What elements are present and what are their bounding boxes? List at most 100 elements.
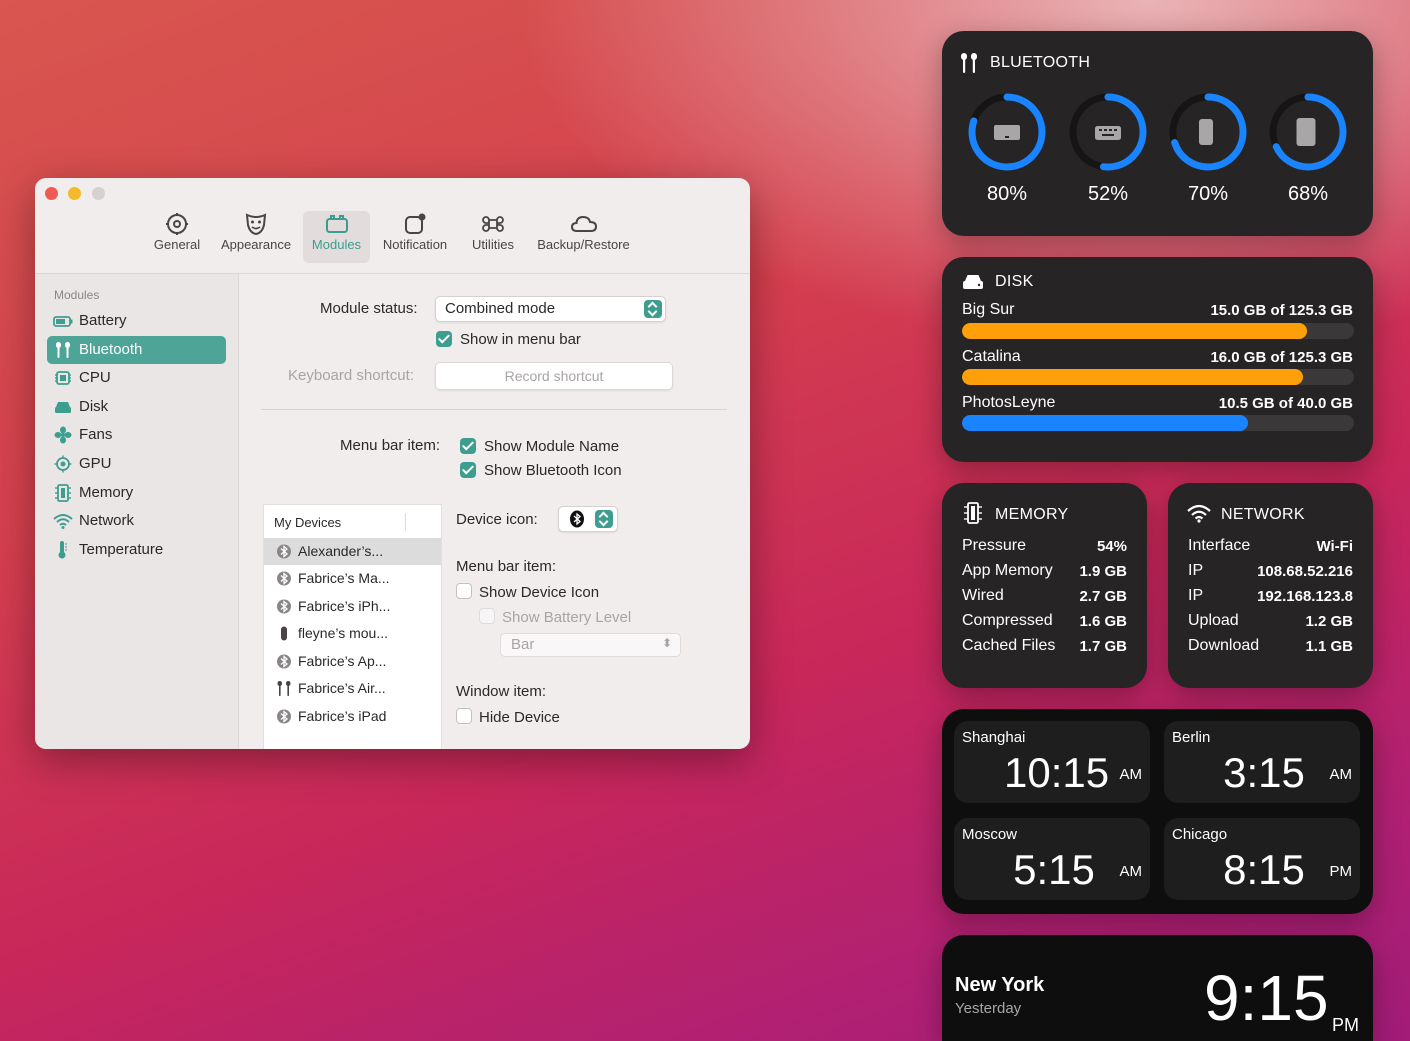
tab-backup-restore[interactable]: Backup/Restore [531,211,636,263]
module-status-select[interactable]: Combined mode [435,296,666,322]
clock-time: 10:15 [1004,749,1110,796]
battery-style-value: Bar [511,636,535,653]
sidebar-item-disk[interactable]: Disk [47,393,226,421]
show-module-name-label: Show Module Name [484,438,620,455]
sidebar-item-label: Temperature [79,541,164,558]
column-divider [405,513,406,531]
volume-usage-bar [962,323,1354,339]
bluetooth-icon [569,510,585,533]
sidebar-item-battery[interactable]: Battery [47,307,226,335]
volume-usage: 16.0 GB of 125.3 GB [1210,349,1353,366]
keyboard-icon [1094,124,1122,147]
clock-day: Yesterday [955,1000,1022,1017]
stat-value: 1.9 GB [1079,563,1127,580]
clock-city: Chicago [1172,826,1228,843]
tab-utilities[interactable]: Utilities [463,211,523,263]
cpu-icon [53,369,73,387]
sidebar-item-gpu[interactable]: GPU [47,450,226,478]
memory-icon [53,484,73,502]
record-shortcut-button[interactable]: Record shortcut [435,362,673,390]
show-battery-level-checkbox[interactable] [479,608,495,624]
list-item[interactable]: fleyne’s mou... [264,620,441,647]
list-item[interactable]: Fabrice’s iPad [264,703,441,730]
list-item[interactable]: Fabrice’s iPh... [264,593,441,620]
clock-ampm: PM [1329,863,1353,880]
stat-label: App Memory [962,562,1053,579]
mouse-icon [276,625,292,642]
battery-style-select[interactable]: Bar ⬍ [500,633,681,657]
stat-value: 1.2 GB [1305,613,1353,630]
stat-label: Wired [962,587,1004,604]
airpods-icon [276,680,292,697]
clock-tile: Berlin 3:15 AM [1164,721,1360,803]
stat-value: 54% [1096,538,1127,555]
sidebar-item-label: Network [79,512,135,529]
stat-label: Pressure [962,537,1027,554]
modules-sidebar: Modules Battery Bluetooth CPU Disk Fans … [35,274,239,749]
volume-usage-fill [962,415,1249,431]
battery-percent: 80% [986,183,1028,205]
volume-usage: 15.0 GB of 125.3 GB [1210,302,1353,319]
sidebar-item-memory[interactable]: Memory [47,479,226,507]
volume-name: Big Sur [962,301,1015,318]
sidebar-item-label: CPU [79,369,111,386]
device-icon-select[interactable] [558,506,618,532]
widget-title: DISK [995,273,1034,290]
stat-value: 192.168.123.8 [1257,588,1353,605]
clock-city: Berlin [1172,729,1211,746]
sidebar-item-bluetooth[interactable]: Bluetooth [47,336,226,364]
bluetooth-icon [276,653,292,670]
clock-time: 8:15 [1223,846,1305,893]
battery-percent: 70% [1187,183,1229,205]
stat-value: 108.68.52.216 [1257,563,1353,580]
tab-modules[interactable]: Modules [303,211,370,263]
network-widget: NETWORK Interface Wi-Fi IP 108.68.52.216… [1168,483,1373,688]
stat-label: Download [1188,637,1260,654]
hide-device-checkbox[interactable] [456,708,472,724]
tab-general[interactable]: General [145,211,209,263]
stat-label: IP [1188,562,1204,579]
widget-title: NETWORK [1221,506,1305,523]
list-item[interactable]: Fabrice’s Ma... [264,565,441,592]
world-clock-widget: Shanghai 10:15 AM Berlin 3:15 AM Moscow … [942,709,1373,914]
tab-notification[interactable]: Notification [375,211,455,263]
show-device-icon-checkbox[interactable] [456,583,472,599]
hide-device-label: Hide Device [479,709,560,726]
list-item[interactable]: Fabrice’s Ap... [264,648,441,675]
disk-widget: DISK Big Sur 15.0 GB of 125.3 GB Catalin… [942,257,1373,462]
gear-icon [145,211,209,237]
tab-notification-label: Notification [382,237,448,252]
list-item[interactable]: Fabrice’s Air... [264,675,441,702]
show-bluetooth-icon-checkbox[interactable] [460,462,476,478]
chevron-updown-icon: ⬍ [661,636,672,650]
battery-icon [53,312,73,330]
cloud-icon [531,211,636,237]
clock-tile: Chicago 8:15 PM [1164,818,1360,900]
stat-value: 1.1 GB [1305,638,1353,655]
list-item[interactable]: Alexander’s... [264,538,441,565]
bluetooth-icon [276,598,292,615]
widget-title: MEMORY [995,506,1069,523]
airpods-icon [53,341,73,359]
battery-rings [968,93,1347,171]
wifi-icon [53,512,73,530]
bluetooth-widget: BLUETOOTH 80% 52% 70% 68% [942,31,1373,236]
sidebar-item-cpu[interactable]: CPU [47,364,226,392]
sidebar-item-temperature[interactable]: Temperature [47,536,226,564]
show-in-menu-bar-checkbox[interactable] [436,331,452,347]
fan-icon [53,426,73,444]
divider [261,409,727,410]
show-module-name-checkbox[interactable] [460,438,476,454]
sidebar-item-fans[interactable]: Fans [47,421,226,449]
show-bluetooth-icon-label: Show Bluetooth Icon [484,462,622,479]
select-stepper-icon [595,510,613,528]
volume-usage-bar [962,369,1354,385]
battery-percent: 68% [1287,183,1329,205]
clock-city: Moscow [962,826,1018,843]
stat-label: Compressed [962,612,1053,629]
volume-name: Catalina [962,348,1021,365]
tab-appearance[interactable]: Appearance [215,211,297,263]
phone-icon [1197,118,1215,151]
stat-label: Cached Files [962,637,1056,654]
sidebar-item-network[interactable]: Network [47,507,226,535]
